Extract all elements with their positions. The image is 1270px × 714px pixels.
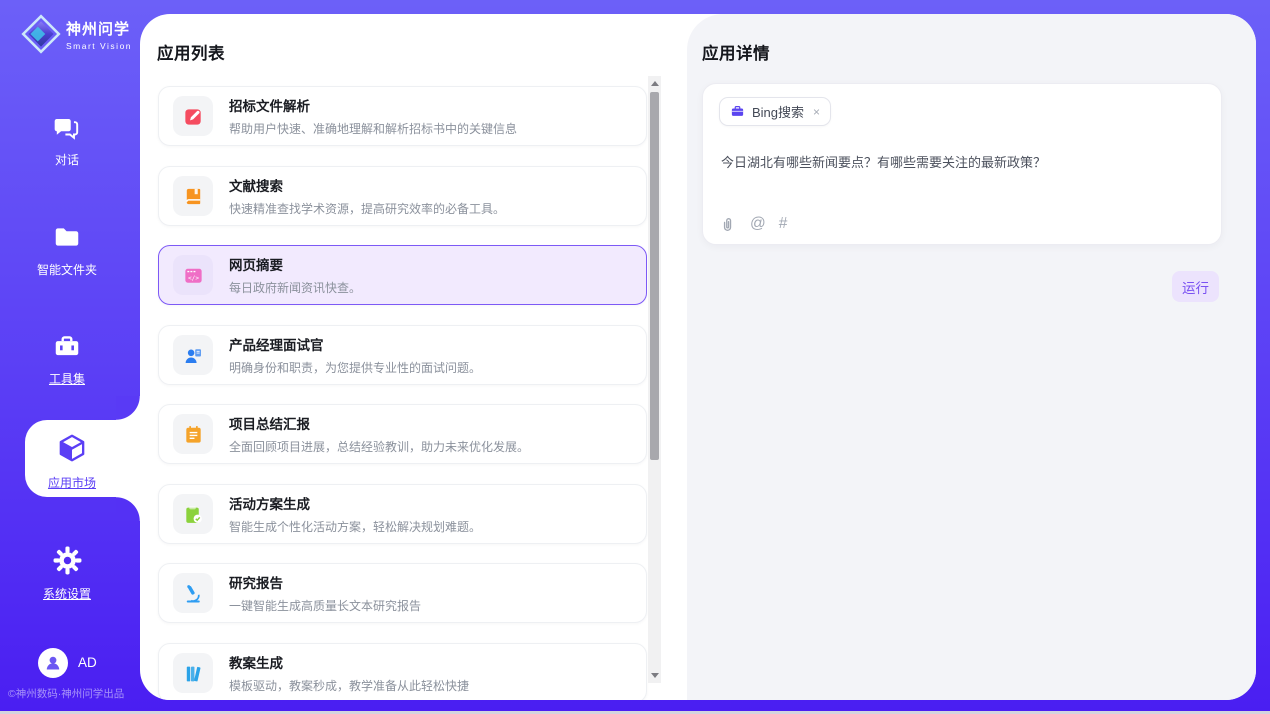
app-card-title: 文献搜索 bbox=[229, 175, 505, 195]
app-card-selected[interactable]: </> 网页摘要 每日政府新闻资讯快查。 bbox=[158, 245, 647, 305]
active-bubble-scoop-bottom bbox=[116, 497, 140, 521]
briefcase-icon bbox=[730, 104, 745, 119]
sidebar-item-label: 系统设置 bbox=[0, 585, 134, 602]
app-card-title: 项目总结汇报 bbox=[229, 413, 529, 433]
app-card-desc: 一键智能生成高质量长文本研究报告 bbox=[229, 597, 421, 614]
notepad-icon bbox=[173, 414, 213, 454]
prompt-card: Bing搜索 × 今日湖北有哪些新闻要点？有哪些需要关注的最新政策？ @ # bbox=[702, 83, 1222, 245]
app-card[interactable]: 活动方案生成 智能生成个性化活动方案，轻松解决规划难题。 bbox=[158, 484, 647, 544]
paperclip-icon[interactable] bbox=[719, 215, 737, 233]
brand-logo: 神州问学 Smart Vision bbox=[20, 13, 132, 55]
microscope-icon bbox=[173, 573, 213, 613]
query-text[interactable]: 今日湖北有哪些新闻要点？有哪些需要关注的最新政策？ bbox=[721, 152, 1201, 171]
brand-subtitle: Smart Vision bbox=[66, 41, 132, 51]
app-list-title: 应用列表 bbox=[157, 40, 225, 64]
user-label: AD bbox=[78, 655, 97, 670]
tool-tag-bing-search[interactable]: Bing搜索 × bbox=[719, 97, 831, 126]
app-card-title: 活动方案生成 bbox=[229, 493, 481, 513]
app-card[interactable]: 教案生成 模板驱动，教案秒成，教学准备从此轻松快捷 bbox=[158, 643, 647, 700]
sidebar-item-label: 对话 bbox=[0, 151, 134, 168]
active-bubble-scoop-top bbox=[116, 396, 140, 420]
sidebar-item-smart-folder[interactable]: 智能文件夹 bbox=[0, 222, 134, 278]
scrollbar-up-arrow-icon[interactable] bbox=[651, 81, 659, 86]
sidebar-item-label: 工具集 bbox=[0, 370, 134, 387]
app-card-desc: 智能生成个性化活动方案，轻松解决规划难题。 bbox=[229, 518, 481, 535]
scrollbar-thumb[interactable] bbox=[650, 92, 659, 460]
run-button[interactable]: 运行 bbox=[1172, 271, 1219, 302]
scrollbar-down-arrow-icon[interactable] bbox=[651, 673, 659, 678]
book-icon bbox=[173, 176, 213, 216]
sidebar-item-toolset[interactable]: 工具集 bbox=[0, 331, 134, 387]
app-card-desc: 明确身份和职责，为您提供专业性的面试问题。 bbox=[229, 359, 481, 376]
diamond-logo-icon bbox=[20, 13, 62, 55]
clipboard-check-icon bbox=[173, 494, 213, 534]
toolbox-icon bbox=[52, 331, 82, 366]
app-window: 神州问学 Smart Vision 对话 智能文件夹 bbox=[0, 0, 1270, 714]
app-card[interactable]: 招标文件解析 帮助用户快速、准确地理解和解析招标书中的关键信息 bbox=[158, 86, 647, 146]
edit-square-icon bbox=[173, 96, 213, 136]
app-card[interactable]: 研究报告 一键智能生成高质量长文本研究报告 bbox=[158, 563, 647, 623]
app-detail-title: 应用详情 bbox=[702, 40, 770, 64]
folder-icon bbox=[52, 222, 82, 257]
books-icon bbox=[173, 653, 213, 693]
app-card-desc: 模板驱动，教案秒成，教学准备从此轻松快捷 bbox=[229, 677, 469, 694]
sidebar-item-chat[interactable]: 对话 bbox=[0, 112, 134, 168]
at-icon[interactable]: @ bbox=[750, 215, 766, 233]
app-card-desc: 全面回顾项目进展，总结经验教训，助力未来优化发展。 bbox=[229, 438, 529, 455]
sidebar-item-app-market[interactable]: 应用市场 bbox=[25, 420, 140, 497]
app-card-desc: 帮助用户快速、准确地理解和解析招标书中的关键信息 bbox=[229, 120, 517, 137]
app-card-desc: 每日政府新闻资讯快查。 bbox=[229, 279, 361, 296]
cube-icon bbox=[55, 452, 89, 469]
brand-name: 神州问学 bbox=[66, 18, 132, 39]
sidebar-item-label: 应用市场 bbox=[25, 474, 119, 491]
svg-text:</>: </> bbox=[187, 274, 198, 281]
app-card-title: 招标文件解析 bbox=[229, 95, 517, 115]
app-card-title: 网页摘要 bbox=[229, 254, 361, 274]
user-icon bbox=[43, 653, 63, 673]
app-card-title: 产品经理面试官 bbox=[229, 334, 481, 354]
app-card-desc: 快速精准查找学术资源，提高研究效率的必备工具。 bbox=[229, 200, 505, 217]
chat-icon bbox=[52, 112, 82, 147]
app-detail-panel: 应用详情 Bing搜索 × 今日湖北有哪些新闻要点？有哪些需要关注的最新政策？ bbox=[687, 14, 1256, 700]
app-card-title: 教案生成 bbox=[229, 652, 469, 672]
app-card[interactable]: 文献搜索 快速精准查找学术资源，提高研究效率的必备工具。 bbox=[158, 166, 647, 226]
browser-code-icon: </> bbox=[173, 255, 213, 295]
copyright-footer: ©神州数码·神州问学出品 bbox=[8, 686, 140, 701]
tag-close-icon[interactable]: × bbox=[813, 105, 820, 119]
scrollbar[interactable] bbox=[648, 76, 661, 683]
gear-icon bbox=[52, 545, 83, 581]
sidebar-item-settings[interactable]: 系统设置 bbox=[0, 545, 134, 602]
hash-icon[interactable]: # bbox=[779, 215, 788, 233]
interviewer-icon bbox=[173, 335, 213, 375]
tool-tag-label: Bing搜索 bbox=[752, 102, 804, 121]
app-card[interactable]: 项目总结汇报 全面回顾项目进展，总结经验教训，助力未来优化发展。 bbox=[158, 404, 647, 464]
main-content: 应用列表 招标文件解析 帮助用户快速、准确地理解和解析招标书中的关键信息 bbox=[140, 14, 1256, 700]
sidebar-item-label: 智能文件夹 bbox=[0, 261, 134, 278]
app-card[interactable]: 产品经理面试官 明确身份和职责，为您提供专业性的面试问题。 bbox=[158, 325, 647, 385]
avatar[interactable] bbox=[38, 648, 68, 678]
app-card-title: 研究报告 bbox=[229, 572, 421, 592]
